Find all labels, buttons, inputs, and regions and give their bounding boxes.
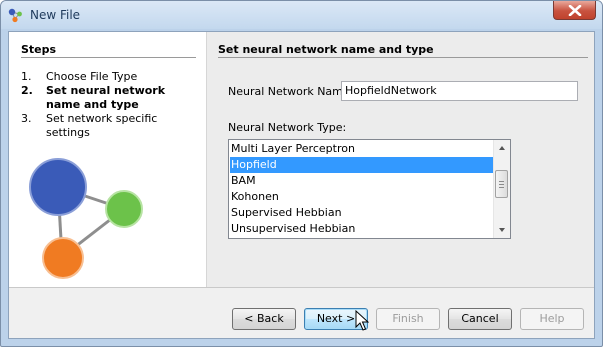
step-number: 2. (21, 84, 33, 97)
divider (218, 57, 588, 58)
network-type-label: Neural Network Type: (228, 121, 347, 134)
window-title: New File (30, 8, 81, 22)
finish-button[interactable]: Finish (376, 308, 440, 330)
help-button[interactable]: Help (520, 308, 584, 330)
cancel-button[interactable]: Cancel (448, 308, 512, 330)
orange-node (42, 237, 84, 279)
step-label: Set network specific settings (46, 112, 158, 139)
panel-title: Set neural network name and type (218, 43, 434, 56)
list-item[interactable]: Unsupervised Hebbian (230, 221, 493, 237)
step-label: Set neural network name and type (46, 84, 166, 111)
list-item[interactable]: Multi Layer Perceptron (230, 141, 493, 157)
step-number: 1. (21, 70, 32, 83)
app-icon (8, 8, 22, 23)
steps-panel: Steps 1. Choose File Type 2. Set neural net… (9, 32, 207, 287)
dialog-body: Steps 1. Choose File Type 2. Set neural net… (8, 31, 595, 339)
green-node (105, 190, 143, 228)
list-item[interactable]: BAM (230, 173, 493, 189)
divider (21, 57, 196, 58)
scroll-down-icon[interactable] (494, 222, 510, 238)
list-scrollbar[interactable] (493, 140, 510, 238)
footer-divider (9, 287, 594, 288)
mouse-cursor-icon (355, 310, 369, 331)
step-number: 3. (21, 112, 32, 125)
close-icon (568, 5, 582, 16)
close-button[interactable] (553, 1, 596, 20)
network-type-list[interactable]: Multi Layer Perceptron Hopfield BAM Kohonen… (228, 139, 511, 239)
network-graphic (29, 158, 143, 279)
main-panel: Set neural network name and type Neural … (207, 32, 594, 287)
network-name-label: Neural Network Name: (228, 85, 354, 98)
steps-title: Steps (21, 43, 57, 56)
title-bar[interactable]: New File (1, 1, 602, 29)
network-name-input[interactable]: HopfieldNetwork (341, 81, 578, 101)
step-label: Choose File Type (46, 70, 138, 83)
list-item[interactable]: Kohonen (230, 189, 493, 205)
blue-node (29, 158, 87, 216)
back-button[interactable]: < Back (232, 308, 296, 330)
new-file-dialog: New File Steps 1. Choose File Type 2. Set n… (0, 0, 603, 347)
scroll-thumb[interactable] (495, 170, 508, 198)
list-item[interactable]: Hopfield (230, 157, 493, 173)
scroll-up-icon[interactable] (494, 140, 510, 156)
list-item[interactable]: Supervised Hebbian (230, 205, 493, 221)
